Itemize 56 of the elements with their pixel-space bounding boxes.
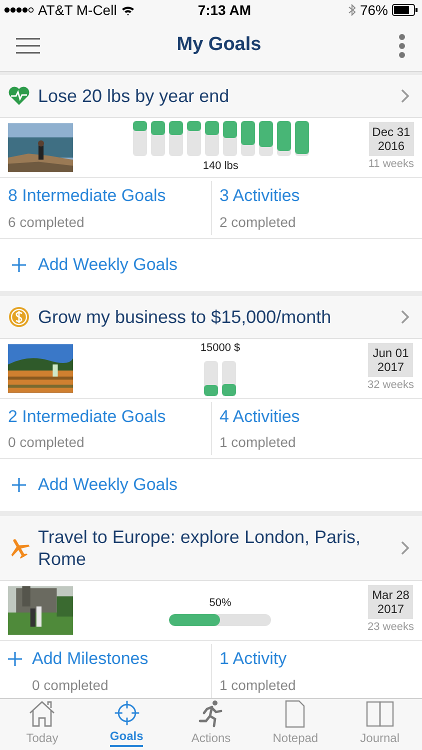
plus-icon	[8, 652, 22, 666]
stat-link[interactable]: 3 Activities	[220, 183, 300, 208]
tab-button[interactable]: Notepad	[253, 699, 338, 750]
add-weekly-goals-button[interactable]: Add Weekly Goals	[0, 459, 422, 511]
battery-percent: 76%	[360, 0, 388, 20]
status-time: 7:13 AM	[196, 0, 252, 20]
goal-header[interactable]: Travel to Europe: explore London, Paris, Rome	[0, 516, 422, 581]
more-icon	[398, 34, 406, 58]
signal-icon	[4, 6, 34, 14]
weeks-left: 23 weeks	[368, 620, 414, 636]
completed-count: 0 completed	[31, 676, 110, 695]
stat-link[interactable]: Add Milestones	[8, 646, 148, 672]
battery-icon	[392, 4, 418, 16]
open-book-icon	[364, 699, 395, 729]
tab-button[interactable]: Today	[0, 699, 84, 750]
stat-link[interactable]: 2 Intermediate Goals	[8, 404, 166, 429]
goal-title: Travel to Europe: explore London, Paris, Rome	[38, 526, 362, 570]
weeks-left: 32 weeks	[368, 378, 414, 393]
heart-icon	[8, 85, 30, 107]
goal-title: Lose 20 lbs by year end	[38, 85, 230, 107]
due-date: Mar 28	[372, 588, 410, 602]
menu-icon	[16, 36, 40, 54]
goal-header[interactable]: Grow my business to $15,000/month	[0, 296, 422, 338]
progress-label: 140 lbs	[202, 158, 238, 174]
progress-label: 15000 $	[200, 341, 240, 356]
goal-title: Grow my business to $15,000/month	[38, 306, 332, 328]
weeks-left: 11 weeks	[368, 157, 414, 172]
chevron-right-icon	[400, 88, 410, 104]
tab-button[interactable]: Journal	[338, 699, 422, 750]
due-year: 2017	[377, 360, 404, 374]
chevron-right-icon	[400, 540, 410, 556]
completed-count: 1 completed	[220, 676, 297, 695]
tab-button[interactable]: Actions	[168, 699, 254, 750]
completed-count: 0 completed	[8, 433, 86, 452]
stat-link[interactable]: 8 Intermediate Goals	[8, 183, 166, 208]
progress-label: 50%	[209, 596, 232, 612]
due-year: 2017	[377, 602, 404, 616]
completed-count: 6 completed	[8, 212, 86, 232]
carrier-name: AT&T M-Cell	[38, 0, 117, 20]
due-year: 2016	[378, 139, 405, 154]
plus-icon	[12, 478, 26, 492]
plus-icon	[12, 258, 26, 272]
completed-count: 2 completed	[220, 212, 297, 232]
screen-title: My Goals	[176, 33, 262, 58]
chevron-right-icon	[400, 308, 410, 324]
add-weekly-goals-button[interactable]: Add Weekly Goals	[0, 238, 422, 290]
stat-link[interactable]: 1 Activity	[220, 646, 287, 672]
due-date: Jun 01	[372, 346, 409, 360]
bluetooth-icon	[348, 4, 356, 16]
due-date: Dec 31	[372, 125, 410, 140]
tab-button[interactable]: Goals	[84, 699, 169, 750]
goal-header[interactable]: Lose 20 lbs by year end	[0, 75, 422, 118]
stat-link[interactable]: 4 Activities	[220, 404, 300, 429]
completed-count: 1 completed	[220, 433, 297, 452]
dollar-icon	[8, 306, 30, 328]
wifi-icon	[120, 4, 135, 16]
